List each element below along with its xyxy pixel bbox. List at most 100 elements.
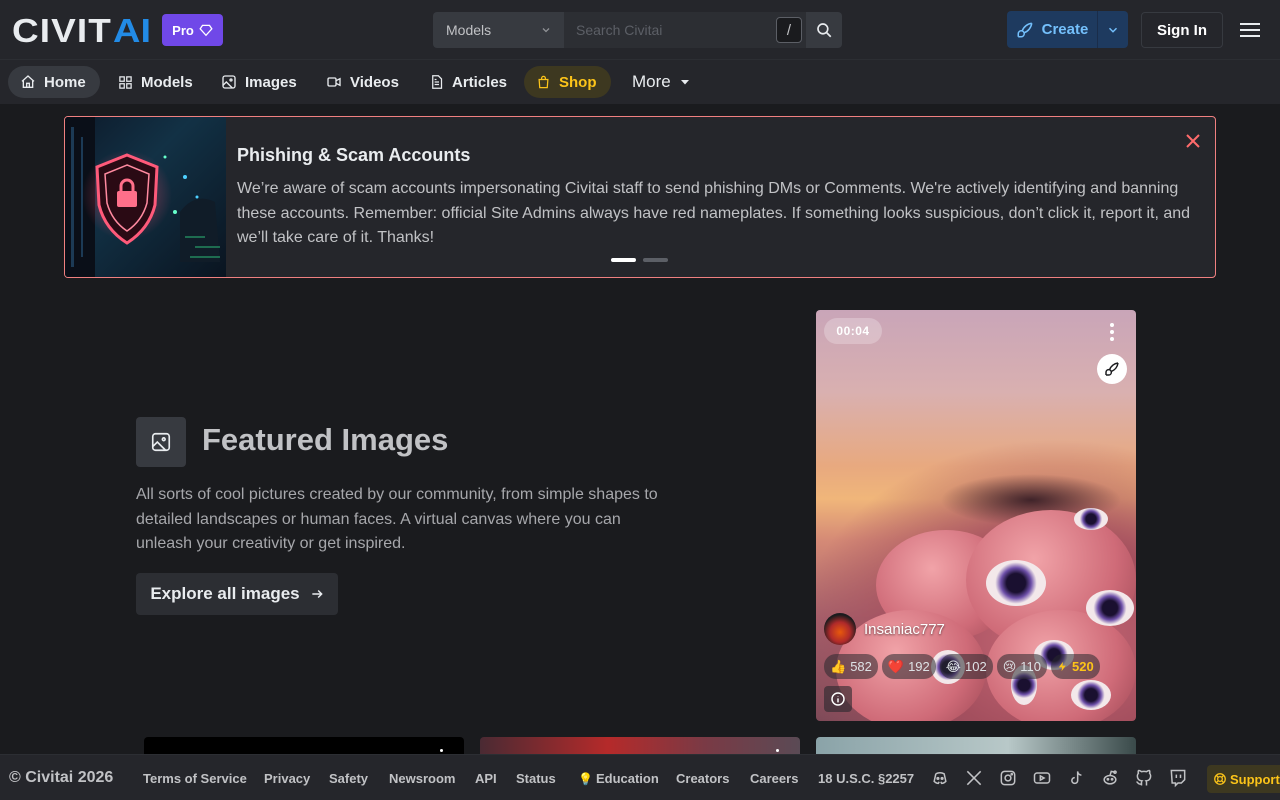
nav-articles[interactable]: Articles — [417, 66, 519, 98]
laugh-icon: 😂 — [945, 658, 961, 674]
article-icon — [432, 75, 443, 89]
search-button[interactable] — [806, 12, 842, 48]
eye-shape — [1074, 508, 1108, 530]
create-label: Create — [1041, 21, 1089, 38]
more-options-icon[interactable] — [440, 749, 443, 752]
more-options-icon[interactable] — [1100, 320, 1124, 344]
nav-shop[interactable]: Shop — [524, 66, 611, 98]
reaction-laugh[interactable]: 😂 102 — [939, 654, 993, 679]
explore-images-label: Explore all images — [150, 584, 300, 603]
sign-in-button[interactable]: Sign In — [1141, 12, 1223, 48]
pro-badge[interactable]: Pro — [162, 14, 223, 46]
featured-video-card[interactable]: 00:04 Insaniac777 👍 582 ❤️ 192 😂 102 😢 110 5… — [816, 310, 1136, 721]
top-header: CIVIT AI Pro Models / Create Sign In — [0, 0, 1280, 60]
reaction-like-count: 582 — [850, 659, 872, 674]
chevron-down-icon — [542, 28, 550, 33]
footer-link-terms[interactable]: Terms of Service — [143, 771, 247, 786]
github-icon[interactable] — [1134, 768, 1154, 788]
youtube-icon[interactable] — [1032, 768, 1052, 788]
shopping-bag-icon — [538, 75, 549, 89]
create-button[interactable]: Create — [1007, 11, 1128, 48]
x-twitter-icon[interactable] — [964, 768, 984, 788]
nav-more-label: More — [632, 72, 671, 91]
avatar[interactable] — [824, 613, 856, 645]
pro-label: Pro — [172, 22, 194, 38]
lifebuoy-icon — [1214, 773, 1226, 785]
diamond-icon — [199, 24, 213, 37]
cry-icon: 😢 — [1002, 658, 1017, 674]
nav-home[interactable]: Home — [8, 66, 100, 98]
create-main-button[interactable]: Create — [1007, 11, 1097, 48]
explore-images-button[interactable]: Explore all images — [136, 573, 338, 615]
reaction-laugh-count: 102 — [964, 659, 987, 674]
footer-link-status[interactable]: Status — [516, 771, 556, 786]
featured-title: Featured Images — [202, 422, 449, 457]
nav-home-label: Home — [44, 73, 86, 91]
footer-link-newsroom[interactable]: Newsroom — [389, 771, 455, 786]
footer-link-2257[interactable]: 18 U.S.C. §2257 — [818, 771, 914, 786]
remix-link-button[interactable] — [1097, 354, 1127, 384]
announcement-body: We’re aware of scam accounts impersonati… — [237, 180, 1191, 246]
twitch-icon[interactable] — [1168, 768, 1188, 788]
reaction-buzz-count: 520 — [1071, 659, 1094, 674]
reddit-icon[interactable] — [1100, 768, 1120, 788]
eye-shape — [1071, 680, 1111, 710]
home-icon — [21, 75, 35, 88]
support-button[interactable]: Support — [1207, 765, 1280, 793]
chevron-down-icon — [1108, 27, 1118, 33]
main-nav: Home Models Images Videos Articles Shop … — [0, 60, 1280, 104]
reaction-buzz[interactable]: 520 — [1050, 654, 1100, 679]
nav-images-label: Images — [245, 73, 297, 91]
footer-link-safety[interactable]: Safety — [329, 771, 368, 786]
search-icon — [817, 23, 832, 38]
menu-icon[interactable] — [1239, 19, 1261, 41]
footer-link-careers[interactable]: Careers — [750, 771, 798, 786]
close-icon[interactable] — [1183, 131, 1203, 151]
shield-lock-illustration — [65, 117, 220, 277]
tiktok-icon[interactable] — [1066, 768, 1086, 788]
nav-more[interactable]: More — [620, 66, 703, 98]
svg-text:AI: AI — [113, 15, 151, 45]
grid-icon — [119, 75, 132, 89]
nav-articles-label: Articles — [452, 73, 508, 91]
create-dropdown-toggle[interactable] — [1098, 11, 1128, 48]
video-duration-badge: 00:04 — [824, 318, 882, 344]
footer-link-api[interactable]: API — [475, 771, 497, 786]
card-author[interactable]: Insaniac777 — [824, 613, 945, 645]
carousel-dot-2[interactable] — [643, 258, 668, 262]
search-input[interactable] — [564, 12, 806, 48]
carousel-indicators — [611, 258, 668, 262]
carousel-dot-1[interactable] — [611, 258, 636, 262]
copyright: © Civitai 2026 — [9, 769, 114, 786]
nav-videos[interactable]: Videos — [314, 66, 411, 98]
author-name[interactable]: Insaniac777 — [864, 621, 945, 638]
instagram-icon[interactable] — [998, 768, 1018, 788]
footer-link-privacy[interactable]: Privacy — [264, 771, 310, 786]
svg-text:CIVIT: CIVIT — [12, 15, 112, 45]
discord-icon[interactable] — [930, 768, 950, 788]
nav-models[interactable]: Models — [106, 66, 205, 98]
lightning-icon — [1058, 661, 1066, 672]
announcement-image — [65, 117, 226, 277]
reaction-heart[interactable]: ❤️ 192 — [881, 654, 936, 679]
featured-images-icon-box — [136, 417, 186, 467]
heart-icon: ❤️ — [887, 658, 905, 674]
info-icon — [831, 692, 845, 706]
search-category-select[interactable]: Models — [433, 12, 564, 48]
reaction-cry-count: 110 — [1020, 659, 1041, 674]
nav-shop-label: Shop — [559, 73, 597, 91]
reaction-like[interactable]: 👍 582 — [824, 654, 878, 679]
search-category-value: Models — [446, 22, 492, 38]
footer-link-education[interactable]: 💡 Education — [578, 771, 659, 786]
info-button[interactable] — [824, 686, 852, 712]
more-options-icon[interactable] — [776, 749, 779, 752]
support-label: Support — [1230, 771, 1280, 787]
civitai-logo[interactable]: CIVIT AI — [12, 15, 152, 45]
search-shortcut-key: / — [776, 17, 802, 43]
reaction-cry[interactable]: 😢 110 — [996, 654, 1047, 679]
eye-shape — [986, 560, 1046, 606]
lightbulb-icon: 💡 — [578, 771, 593, 786]
footer-link-creators[interactable]: Creators — [676, 771, 729, 786]
eye-shape — [1086, 590, 1134, 626]
nav-images[interactable]: Images — [209, 66, 309, 98]
